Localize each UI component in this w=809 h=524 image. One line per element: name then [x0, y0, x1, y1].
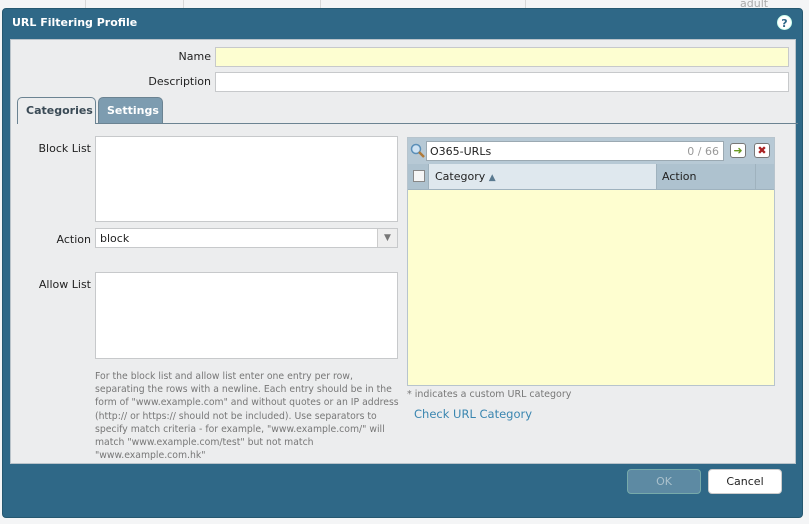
tab-divider [96, 123, 798, 124]
search-input[interactable]: O365-URLs 0 / 66 [426, 141, 724, 161]
sort-ascending-icon: ▲ [488, 173, 496, 183]
column-header-action[interactable]: Action [662, 164, 696, 189]
clear-filter-icon[interactable]: ✖ [754, 143, 770, 158]
action-label: Action [56, 233, 91, 246]
cancel-button[interactable]: Cancel [708, 469, 782, 494]
block-list-label: Block List [38, 142, 91, 155]
background-divider [320, 0, 321, 8]
allow-list-label: Allow List [38, 278, 91, 291]
custom-category-note: * indicates a custom URL category [407, 389, 572, 400]
help-text: For the block list and allow list enter … [95, 371, 399, 462]
action-select[interactable]: block ▼ [95, 228, 398, 248]
background-divider [525, 0, 526, 8]
block-list-textarea[interactable] [95, 136, 398, 222]
url-filtering-profile-dialog: URL Filtering Profile ? Name Description… [2, 8, 803, 518]
apply-filter-icon[interactable]: ➜ [730, 143, 746, 158]
tab-categories[interactable]: Categories [17, 97, 96, 124]
description-input[interactable] [215, 72, 789, 92]
ok-button[interactable]: OK [627, 469, 701, 494]
select-all-checkbox[interactable] [413, 170, 425, 182]
name-label: Name [178, 50, 211, 63]
dialog-body: Name Description Categories Settings Blo… [10, 39, 798, 464]
help-icon[interactable]: ? [777, 15, 792, 30]
column-header-category[interactable]: Category ▲ [428, 164, 657, 189]
result-count: 0 / 66 [687, 145, 719, 158]
check-url-category-link[interactable]: Check URL Category [414, 407, 532, 421]
background-divider [183, 0, 184, 8]
category-grid: O365-URLs 0 / 66 ➜ ✖ Category ▲ Action [407, 137, 775, 386]
column-label: Category [435, 170, 486, 183]
chevron-down-icon[interactable]: ▼ [377, 229, 397, 247]
column-divider [755, 164, 756, 189]
search-icon [410, 143, 425, 158]
background-divider [85, 0, 86, 8]
tab-settings[interactable]: Settings [98, 97, 163, 123]
grid-toolbar: O365-URLs 0 / 66 ➜ ✖ [408, 138, 774, 164]
dialog-title: URL Filtering Profile [12, 16, 138, 29]
action-value: block [100, 232, 130, 245]
search-value: O365-URLs [430, 145, 492, 158]
description-label: Description [148, 75, 211, 88]
grid-header: Category ▲ Action [408, 164, 774, 190]
name-input[interactable] [215, 47, 789, 67]
allow-list-textarea[interactable] [95, 272, 398, 359]
